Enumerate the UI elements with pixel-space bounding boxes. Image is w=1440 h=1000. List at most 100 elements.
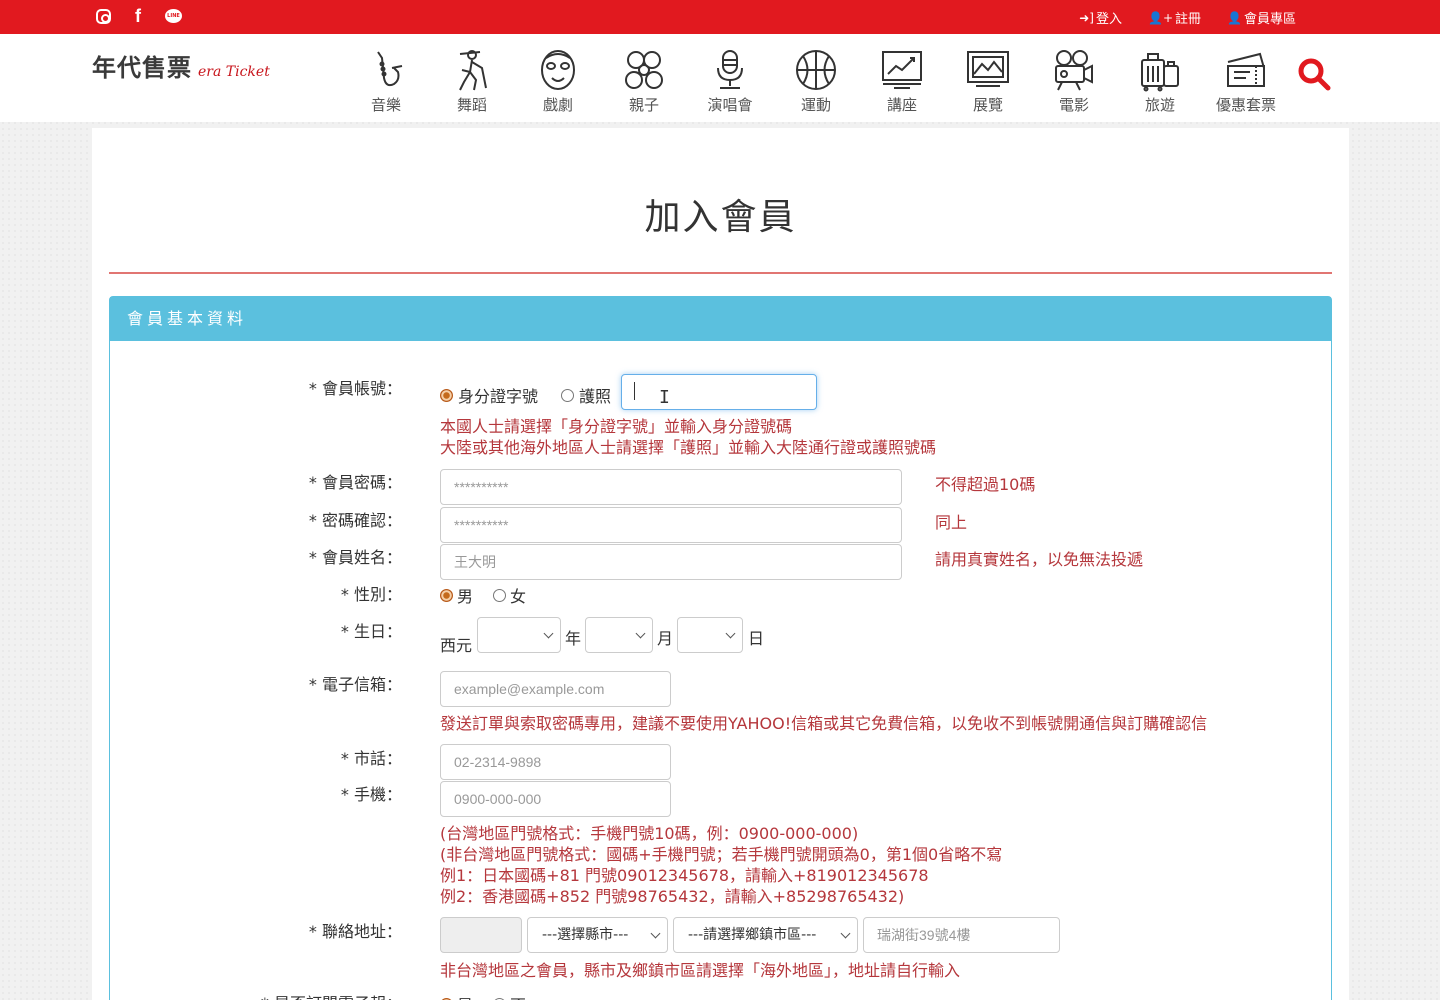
- login-label: 登入: [1096, 12, 1123, 27]
- section-heading: 會員基本資料: [110, 297, 1331, 341]
- title-divider: [109, 272, 1332, 274]
- saxophone-icon: [377, 51, 403, 87]
- sign-in-icon: ➜]: [1079, 10, 1094, 25]
- chevron-down-icon: [725, 628, 736, 639]
- email-label: * 電子信箱：: [308, 675, 402, 694]
- year-label: 年: [565, 629, 582, 648]
- nav-label: 舞蹈: [456, 96, 487, 114]
- month-label: 月: [657, 629, 674, 648]
- birthday-label: * 生日：: [340, 622, 402, 641]
- site-logo[interactable]: 年代售票 era Ticket: [92, 48, 270, 83]
- facebook-icon[interactable]: f: [129, 7, 147, 25]
- birth-month-select[interactable]: [585, 617, 653, 653]
- presentation-icon: [882, 51, 922, 89]
- district-select[interactable]: ---請選擇鄉鎮市區---: [673, 917, 858, 953]
- day-label: 日: [748, 629, 765, 648]
- chevron-down-icon: [840, 928, 851, 939]
- password-confirm-input[interactable]: **********: [440, 507, 902, 543]
- nav-item-music[interactable]: 音樂: [343, 48, 429, 115]
- district-select-value: ---請選擇鄉鎮市區---: [688, 927, 817, 943]
- instagram-icon[interactable]: [96, 9, 111, 24]
- newsletter-label: * 是否訂閱電子報：: [261, 990, 402, 1000]
- nav-label: 旅遊: [1144, 96, 1175, 114]
- birth-year-select[interactable]: [477, 617, 561, 653]
- microphone-icon: [717, 50, 743, 89]
- mobile-hint-3: 例1：日本國碼+81 門號09012345678，請輸入+81901234567…: [440, 866, 929, 885]
- address-label: * 聯絡地址：: [308, 922, 402, 941]
- nav-label: 音樂: [370, 96, 401, 114]
- passport-radio[interactable]: [561, 388, 574, 402]
- mobile-input[interactable]: 0900-000-000: [440, 781, 671, 817]
- id-number-radio[interactable]: [440, 388, 453, 402]
- county-select-value: ---選擇縣市---: [542, 927, 629, 943]
- email-hint: 發送訂單與索取密碼專用，建議不要使用YAHOO!信箱或其它免費信箱，以免收不到帳…: [440, 714, 1208, 733]
- gender-female-option[interactable]: 女: [493, 583, 526, 607]
- county-select[interactable]: ---選擇縣市---: [527, 917, 668, 953]
- line-icon[interactable]: LINE: [165, 9, 182, 23]
- female-radio[interactable]: [493, 588, 506, 602]
- nav-item-drama[interactable]: 戲劇: [515, 48, 601, 115]
- mobile-hint-4: 例2：香港國碼+852 門號98765432，請輸入+85298765432): [440, 887, 905, 906]
- text-caret: [634, 382, 635, 400]
- password-label: * 會員密碼：: [308, 473, 402, 492]
- register-link[interactable]: 👤+ 註冊: [1148, 8, 1201, 28]
- nav-item-lecture[interactable]: 講座: [859, 48, 945, 115]
- email-input[interactable]: example@example.com: [440, 671, 671, 707]
- nav-item-dance[interactable]: 舞蹈: [429, 48, 515, 115]
- phone-input[interactable]: 02-2314-9898: [440, 744, 671, 780]
- login-link[interactable]: ➜] 登入: [1079, 8, 1123, 28]
- id-number-option[interactable]: 身分證字號: [440, 383, 538, 407]
- account-label: * 會員帳號：: [308, 379, 402, 398]
- nav-label: 優惠套票: [1215, 96, 1276, 114]
- search-icon[interactable]: [1296, 56, 1332, 92]
- category-nav: 音樂 舞蹈 戲劇 親子 演唱會 運動 講座 展覽 電影 旅遊 優惠套票: [343, 48, 1289, 115]
- phone-label: * 市話：: [340, 749, 402, 768]
- gender-male-option[interactable]: 男: [440, 583, 473, 607]
- logo-text-zh: 年代售票: [92, 54, 192, 82]
- ticket-icon: [1227, 52, 1265, 87]
- chevron-down-icon: [650, 928, 661, 939]
- chevron-down-icon: [635, 628, 646, 639]
- nav-item-travel[interactable]: 旅遊: [1117, 48, 1203, 115]
- nav-item-movie[interactable]: 電影: [1031, 48, 1117, 115]
- name-hint: 請用真實姓名，以免無法投遞: [935, 550, 1144, 569]
- password-input[interactable]: **********: [440, 469, 902, 505]
- era-label: 西元: [440, 636, 473, 655]
- birth-day-select[interactable]: [677, 617, 743, 653]
- nav-item-family[interactable]: 親子: [601, 48, 687, 115]
- account-hint-2: 大陸或其他海外地區人士請選擇「護照」並輸入大陸通行證或護照號碼: [440, 438, 937, 457]
- mobile-label: * 手機：: [340, 785, 402, 804]
- mouse-cursor: I: [659, 387, 670, 408]
- nav-item-exhibition[interactable]: 展覽: [945, 48, 1031, 115]
- nav-item-discount[interactable]: 優惠套票: [1203, 48, 1289, 115]
- newsletter-yes-option[interactable]: 是: [440, 992, 473, 1000]
- social-links: f LINE: [96, 7, 182, 25]
- mask-icon: [541, 50, 575, 90]
- name-input[interactable]: 王大明: [440, 544, 902, 580]
- luggage-icon: [1141, 53, 1179, 92]
- street-address-input[interactable]: 瑞湖街39號4樓: [863, 917, 1060, 953]
- passport-label: 護照: [579, 387, 612, 406]
- account-links: ➜] 登入 👤+ 註冊 👤 會員專區: [1079, 8, 1296, 28]
- logo-text-en: era Ticket: [198, 64, 270, 80]
- password-confirm-hint: 同上: [935, 513, 968, 532]
- account-input[interactable]: [621, 374, 817, 410]
- gallery-icon: [967, 51, 1009, 87]
- page-title: 加入會員: [644, 197, 797, 238]
- nav-label: 講座: [886, 96, 917, 114]
- passport-option[interactable]: 護照: [561, 383, 611, 407]
- password-hint: 不得超過10碼: [935, 475, 1036, 494]
- nav-item-sports[interactable]: 運動: [773, 48, 859, 115]
- chevron-down-icon: [543, 628, 554, 639]
- id-number-label: 身分證字號: [458, 387, 539, 406]
- gender-label: * 性別：: [340, 585, 402, 604]
- dancer-icon: [459, 50, 487, 91]
- newsletter-no-option[interactable]: 否: [493, 992, 526, 1000]
- male-radio[interactable]: [440, 588, 453, 602]
- projector-icon: [1055, 50, 1093, 91]
- member-area-link[interactable]: 👤 會員專區: [1227, 8, 1296, 28]
- password-confirm-label: * 密碼確認：: [308, 511, 402, 530]
- nav-label: 電影: [1058, 96, 1089, 114]
- nav-label: 演唱會: [707, 96, 753, 114]
- nav-item-concert[interactable]: 演唱會: [687, 48, 773, 115]
